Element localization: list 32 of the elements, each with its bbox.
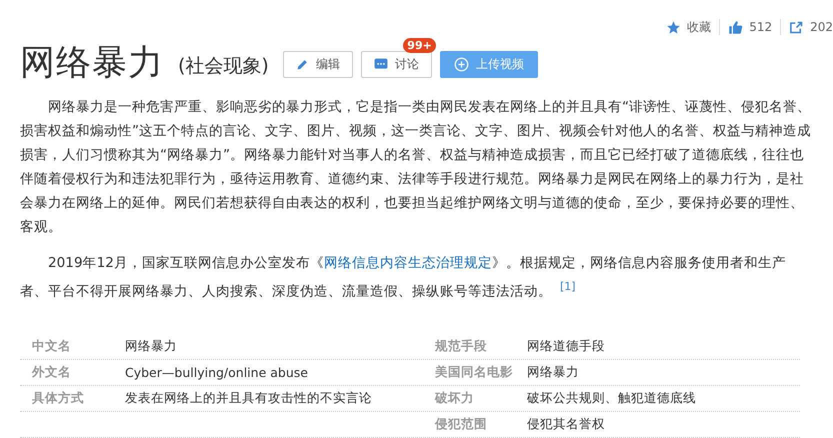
info-value: 网络暴力 <box>527 364 580 381</box>
action-label[interactable]: 收藏 <box>687 18 712 36</box>
page-title: 网络暴力 <box>20 42 164 84</box>
share-icon[interactable] <box>789 20 804 34</box>
plus-circle-icon <box>454 56 469 72</box>
info-label: 破坏力 <box>435 390 475 407</box>
info-value: 破坏公共规则、触犯道德底线 <box>527 390 697 407</box>
article-link[interactable]: 网络信息内容生态治理规定 <box>324 255 492 271</box>
info-label: 规范手段 <box>435 338 488 355</box>
info-label: 侵犯范围 <box>435 416 488 433</box>
reference-link[interactable]: [1] <box>560 280 576 293</box>
pencil-icon <box>296 58 309 70</box>
count-badge: 99+ <box>403 38 436 52</box>
info-value: 网络道德手段 <box>527 338 606 355</box>
info-value: Cyber—bullying/online abuse <box>125 364 309 380</box>
body-paragraph: 2019年12月，国家互联网信息办公室发布《网络信息内容生态治理规定》。根据规定，网络信息内容服务使用者和生产者、平台不得开展网络暴力、人肉搜索、深度伪造、流量造假、操纵账号等违法活动。 $^{[1]}$ <box>20 254 787 302</box>
info-label: 美国同名电影 <box>435 364 514 381</box>
info-label: 外文名 <box>32 364 72 381</box>
info-label: 中文名 <box>32 338 72 355</box>
info-value: 发表在网络上的并且具有攻击性的不实言论 <box>125 390 373 407</box>
action-label[interactable]: 512 <box>749 20 772 34</box>
star-icon[interactable] <box>666 20 682 34</box>
page-subtitle: (社会现象) <box>178 54 269 79</box>
action-label[interactable]: 202 <box>810 20 833 34</box>
chat-icon <box>374 58 388 70</box>
discuss-button[interactable]: 讨论 <box>360 50 432 78</box>
info-value: 网络暴力 <box>125 338 178 355</box>
thumbs-up-icon[interactable] <box>728 20 744 34</box>
edit-button[interactable]: 编辑 <box>282 50 353 78</box>
info-label: 具体方式 <box>32 390 85 407</box>
body-paragraph: 网络暴力是一种危害严重、影响恶劣的暴力形式，它是指一类由网民发表在网络上的并且具有“诽谤性、诬蔑性、侵犯名誉、损害权益和煽动性”这五个特点的言论、文字、图片、视频，这一类言论、文字、图片、视频会针对他人的名誉、权益与精神造成损害，人们习惯称其为“网络暴力”。网络暴力能针对当事人的名誉、权益与精神造成损害，而且它已经打破了道德底线，往往也伴随着侵权行为和违法犯罪行为，亟待运用教育、道德约束、法律等手段进行规范。网络暴力是网民在网络上的暴力行为，是社会暴力在网络上的延伸。网民们若想获得自由表达的权利，也要担当起维护网络文明与道德的使命，至少，要保持必要的理性、客观。 <box>20 98 812 237</box>
info-value: 侵犯其名誉权 <box>527 416 606 433</box>
